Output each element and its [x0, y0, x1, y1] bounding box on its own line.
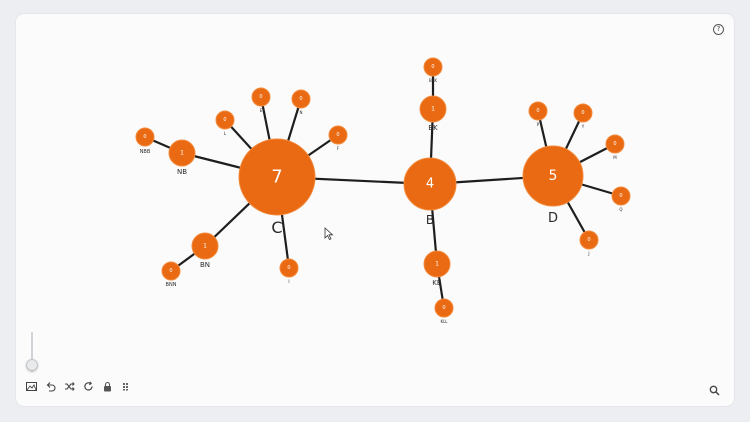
node-value: 0 — [223, 117, 226, 123]
node-value: 0 — [287, 265, 290, 271]
node-label: BK — [428, 124, 438, 132]
shuffle-icon[interactable] — [64, 381, 75, 392]
node-bkk[interactable]: 0 BKK — [423, 57, 443, 83]
undo-icon[interactable] — [45, 381, 56, 392]
node-label: N — [300, 110, 303, 115]
node-value: 0 — [336, 132, 339, 138]
node-kb[interactable]: 1 KB — [423, 250, 451, 287]
search-icon[interactable] — [709, 381, 720, 396]
node-bn[interactable]: 1 BN — [191, 232, 219, 269]
node-label: M — [613, 155, 617, 160]
node-label: L — [224, 131, 227, 136]
grid-icon[interactable] — [121, 381, 132, 392]
node-label: BN — [200, 261, 210, 269]
zoom-slider[interactable] — [26, 332, 38, 372]
node-value: 1 — [203, 243, 207, 250]
node-value: 1 — [435, 261, 439, 268]
node-label: KLL — [440, 319, 448, 324]
node-label: BKK — [429, 78, 437, 83]
node-label: BNN — [166, 282, 177, 288]
node-value: 0 — [431, 64, 434, 70]
graph-toolbar — [26, 381, 132, 392]
node-kll[interactable]: 0 KLL — [434, 298, 454, 324]
zoom-handle[interactable] — [26, 359, 38, 371]
node-label: F — [337, 146, 340, 151]
node-value: 4 — [426, 177, 434, 192]
node-value: 0 — [587, 237, 590, 243]
node-c2[interactable]: 0E — [251, 87, 271, 113]
node-m[interactable]: 0M — [605, 134, 625, 160]
node-label: NBB — [140, 149, 151, 155]
node-label: J — [587, 251, 589, 256]
node-label: B — [426, 213, 434, 227]
refresh-icon[interactable] — [83, 381, 94, 392]
node-label: D — [548, 211, 558, 226]
node-value: 0 — [581, 110, 584, 116]
node-label: KB — [432, 279, 442, 287]
node-p[interactable]: 0P — [528, 101, 548, 127]
node-value: 1 — [180, 150, 184, 157]
graph-nodes: 7C4B5D1NB0NBB0L0E0N0F1BN0BNN0I1BK0BKK1KB… — [135, 57, 631, 324]
node-j[interactable]: 0J — [579, 230, 599, 256]
help-icon[interactable]: ? — [713, 24, 724, 35]
node-label: C — [271, 218, 282, 237]
node-value: 0 — [613, 141, 616, 147]
graph-canvas-panel[interactable]: 7 C 4 B 5 D 1 NB 0 NBB 0 L 0 E 0 N 0 F 1 BN 0 BNN 0 I 1 BK 0 BKK 1 KB… — [16, 14, 734, 406]
node-value: 5 — [549, 168, 558, 184]
node-value: 0 — [442, 305, 445, 311]
node-c4[interactable]: 0F — [328, 125, 348, 151]
node-nbb[interactable]: 0 NBB — [135, 127, 155, 155]
node-label: I — [288, 279, 289, 284]
node-nb[interactable]: 1 NB — [168, 139, 196, 176]
node-value: 1 — [431, 106, 435, 113]
node-c[interactable]: 7C — [238, 138, 316, 237]
node-b[interactable]: 4B — [403, 157, 457, 227]
node-value: 0 — [536, 108, 539, 114]
image-export-icon[interactable] — [26, 381, 37, 392]
node-bnn[interactable]: 0 BNN — [161, 261, 181, 288]
node-c1[interactable]: 0L — [215, 110, 235, 136]
node-value: 0 — [299, 96, 302, 102]
node-label: P — [537, 122, 540, 127]
node-c3[interactable]: 0N — [291, 89, 311, 115]
node-value: 0 — [259, 94, 262, 100]
network-graph[interactable]: 7C4B5D1NB0NBB0L0E0N0F1BN0BNN0I1BK0BKK1KB… — [16, 14, 734, 406]
node-value: 7 — [271, 167, 282, 188]
node-value: 0 — [169, 268, 172, 274]
node-label: NB — [177, 168, 187, 176]
mouse-cursor-icon — [324, 226, 334, 241]
node-value: 0 — [143, 134, 146, 140]
lock-icon[interactable] — [102, 381, 113, 392]
node-label: Y — [581, 124, 585, 129]
node-q[interactable]: 0Q — [611, 186, 631, 212]
node-bk[interactable]: 1 BK — [419, 95, 447, 132]
node-value: 0 — [619, 193, 622, 199]
node-i[interactable]: 0I — [279, 258, 299, 284]
node-label: Q — [619, 207, 622, 212]
